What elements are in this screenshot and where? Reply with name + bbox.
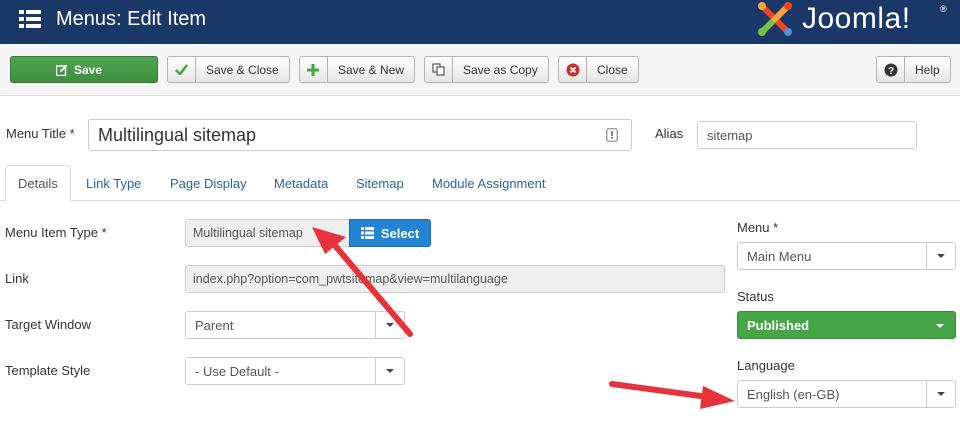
menu-title-label: Menu Title * — [6, 126, 75, 141]
link-label: Link — [5, 271, 29, 286]
select-label: Select — [380, 225, 420, 241]
tab-link-type[interactable]: Link Type — [74, 165, 153, 201]
toolbar: Save Save & Close Save & New Save as Cop… — [0, 44, 960, 96]
header-bar: Menus: Edit Item Joomla! ® — [0, 0, 960, 44]
tab-bar: Details Link Type Page Display Metadata … — [0, 165, 960, 202]
help-label: Help — [915, 62, 940, 77]
language-select[interactable]: English (en-GB) — [737, 380, 956, 408]
joomla-logo: Joomla! ® — [756, 0, 947, 40]
copy-icon — [425, 57, 453, 82]
chevron-down-icon — [375, 312, 404, 338]
alias-label: Alias — [655, 126, 684, 141]
close-label: Close — [597, 62, 628, 77]
menu-label: Menu * — [737, 220, 779, 235]
list-icon — [360, 227, 374, 239]
language-value: English (en-GB) — [747, 386, 840, 402]
save-close-label: Save & Close — [206, 62, 279, 77]
target-window-label: Target Window — [5, 317, 91, 332]
tab-sitemap[interactable]: Sitemap — [344, 165, 416, 201]
template-style-label: Template Style — [5, 363, 91, 378]
plus-icon — [300, 57, 328, 82]
close-circle-icon — [559, 57, 587, 82]
chevron-down-icon — [926, 381, 955, 407]
menu-value: Main Menu — [747, 248, 812, 264]
close-button[interactable]: Close — [558, 56, 639, 83]
alias-value: sitemap — [707, 127, 753, 143]
save-copy-button[interactable]: Save as Copy — [424, 56, 549, 83]
template-style-value: - Use Default - — [195, 363, 279, 379]
menu-list-icon — [19, 10, 41, 28]
logo-registered: ® — [940, 4, 947, 14]
chevron-down-icon — [375, 358, 404, 384]
link-field: index.php?option=com_pwtsitemap&view=mul… — [185, 265, 725, 293]
annotation-arrow-language — [609, 381, 735, 409]
tab-module-assignment[interactable]: Module Assignment — [420, 165, 557, 201]
status-select[interactable]: Published — [737, 311, 956, 339]
svg-text:?: ? — [887, 66, 893, 77]
save-label: Save — [73, 62, 103, 77]
alias-input[interactable]: sitemap — [697, 121, 917, 149]
logo-text: Joomla! — [802, 2, 911, 35]
save-new-label: Save & New — [337, 62, 404, 77]
target-window-select[interactable]: Parent — [185, 311, 405, 339]
save-button[interactable]: Save — [10, 56, 158, 83]
template-style-select[interactable]: - Use Default - — [185, 357, 405, 385]
menu-title-value: Multilingual sitemap — [98, 124, 257, 145]
menu-item-type-label: Menu Item Type * — [5, 225, 107, 240]
menu-item-type-field: Multilingual sitemap — [185, 219, 350, 247]
tab-metadata[interactable]: Metadata — [262, 165, 340, 201]
page-title: Menus: Edit Item — [56, 8, 207, 30]
field-edit-icon — [606, 128, 618, 142]
check-icon — [168, 57, 196, 82]
edit-icon — [55, 64, 68, 76]
menu-item-type-value: Multilingual sitemap — [193, 226, 303, 240]
tab-page-display[interactable]: Page Display — [158, 165, 259, 201]
status-value: Published — [747, 317, 810, 333]
menu-title-input[interactable]: Multilingual sitemap — [88, 119, 632, 151]
link-value: index.php?option=com_pwtsitemap&view=mul… — [193, 272, 508, 286]
target-window-value: Parent — [195, 317, 234, 333]
chevron-down-icon — [926, 243, 955, 269]
chevron-down-icon — [936, 324, 944, 328]
help-button[interactable]: ? Help — [876, 56, 951, 83]
joomla-logo-icon — [758, 2, 792, 36]
save-copy-label: Save as Copy — [463, 62, 538, 77]
language-label: Language — [737, 358, 795, 373]
status-label: Status — [737, 289, 774, 304]
question-circle-icon: ? — [877, 57, 905, 82]
menu-select[interactable]: Main Menu — [737, 242, 956, 270]
save-new-button[interactable]: Save & New — [299, 56, 415, 83]
save-close-button[interactable]: Save & Close — [167, 56, 290, 83]
select-button[interactable]: Select — [349, 219, 431, 247]
tab-details[interactable]: Details — [5, 165, 71, 202]
